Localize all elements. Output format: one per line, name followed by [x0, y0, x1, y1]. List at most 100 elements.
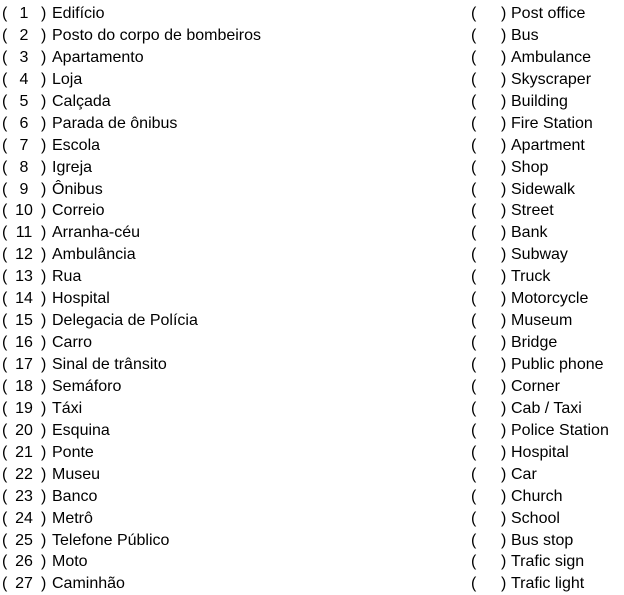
term-number: 12 [15, 246, 33, 264]
matching-term-row: () Post office [471, 3, 609, 25]
portuguese-term: Correio [52, 202, 105, 220]
matching-term-row: () Bridge [471, 332, 609, 354]
portuguese-term: Museu [52, 465, 101, 483]
numbered-term-row: (25) Telefone Público [2, 530, 261, 552]
english-term: Cab / Taxi [511, 399, 582, 417]
numbered-term-row: (27) Caminhão [2, 573, 261, 595]
english-term: Corner [511, 377, 560, 395]
portuguese-terms-column: (1) Edifício(2) Posto do corpo de bombeiro… [2, 3, 261, 595]
close-paren: ) [41, 290, 47, 308]
portuguese-term: Delegacia de Polícia [52, 312, 198, 330]
english-terms-column: () Post office() Bus() Ambulance() Skyscrape… [471, 3, 609, 595]
close-paren: ) [501, 377, 507, 395]
portuguese-term: Moto [52, 553, 88, 571]
open-paren: ( [471, 334, 477, 352]
matching-term-row: () Sidewalk [471, 179, 609, 201]
numbered-term-row: (23) Banco [2, 486, 261, 508]
portuguese-term: Igreja [52, 158, 93, 176]
open-paren: ( [471, 312, 477, 330]
term-number: 18 [15, 377, 33, 395]
numbered-term-row: (2) Posto do corpo de bombeiros [2, 25, 261, 47]
english-term: Hospital [511, 443, 569, 461]
matching-term-row: () Trafic sign [471, 551, 609, 573]
matching-term-row: () Hospital [471, 442, 609, 464]
numbered-term-row: (8) Igreja [2, 157, 261, 179]
close-paren: ) [41, 531, 47, 549]
open-paren: ( [471, 443, 477, 461]
open-paren: ( [471, 465, 477, 483]
matching-term-row: () Corner [471, 376, 609, 398]
numbered-term-row: (19) Táxi [2, 398, 261, 420]
matching-term-row: () School [471, 508, 609, 530]
term-number: 3 [19, 48, 29, 66]
term-number: 13 [15, 268, 33, 286]
open-paren: ( [471, 246, 477, 264]
english-term: Motorcycle [511, 290, 589, 308]
term-number: 4 [19, 70, 29, 88]
portuguese-term: Semáforo [52, 377, 122, 395]
matching-term-row: () Bank [471, 222, 609, 244]
matching-term-row: () Street [471, 200, 609, 222]
close-paren: ) [41, 268, 47, 286]
close-paren: ) [41, 70, 47, 88]
matching-term-row: () Bus stop [471, 530, 609, 552]
matching-term-row: () Truck [471, 266, 609, 288]
open-paren: ( [471, 158, 477, 176]
portuguese-term: Telefone Público [52, 531, 170, 549]
open-paren: ( [471, 487, 477, 505]
open-paren: ( [471, 268, 477, 286]
numbered-term-row: (26) Moto [2, 551, 261, 573]
portuguese-term: Arranha-céu [52, 224, 141, 242]
close-paren: ) [501, 114, 507, 132]
term-number: 24 [15, 509, 33, 527]
portuguese-term: Táxi [52, 399, 83, 417]
open-paren: ( [471, 202, 477, 220]
portuguese-term: Caminhão [52, 575, 125, 593]
matching-term-row: () Ambulance [471, 47, 609, 69]
portuguese-term: Calçada [52, 92, 111, 110]
matching-term-row: () Church [471, 486, 609, 508]
numbered-term-row: (24) Metrô [2, 508, 261, 530]
close-paren: ) [41, 553, 47, 571]
portuguese-term: Posto do corpo de bombeiros [52, 26, 262, 44]
matching-term-row: () Fire Station [471, 113, 609, 135]
open-paren: ( [471, 26, 477, 44]
close-paren: ) [41, 443, 47, 461]
numbered-term-row: (14) Hospital [2, 288, 261, 310]
term-number: 1 [19, 5, 29, 22]
close-paren: ) [501, 553, 507, 571]
matching-term-row: () Museum [471, 310, 609, 332]
term-number: 5 [19, 92, 29, 110]
close-paren: ) [41, 158, 47, 176]
close-paren: ) [501, 224, 507, 242]
english-term: Bus stop [511, 531, 574, 549]
close-paren: ) [41, 180, 47, 198]
close-paren: ) [41, 202, 47, 220]
english-term: School [511, 509, 560, 527]
close-paren: ) [41, 356, 47, 373]
matching-term-row: () Motorcycle [471, 288, 609, 310]
portuguese-term: Hospital [52, 290, 110, 308]
english-term: Shop [511, 158, 549, 176]
close-paren: ) [501, 465, 507, 483]
portuguese-term: Esquina [52, 421, 110, 439]
english-term: Street [511, 202, 554, 220]
close-paren: ) [501, 421, 507, 439]
term-number: 19 [15, 399, 33, 417]
numbered-term-row: (5) Calçada [2, 91, 261, 113]
portuguese-term: Rua [52, 268, 82, 286]
close-paren: ) [501, 509, 507, 527]
portuguese-term: Metrô [52, 509, 93, 527]
close-paren: ) [41, 421, 47, 439]
numbered-term-row: (13) Rua [2, 266, 261, 288]
close-paren: ) [501, 92, 507, 110]
portuguese-term: Escola [52, 136, 101, 154]
english-term: Trafic light [511, 575, 585, 593]
numbered-term-row: (4) Loja [2, 69, 261, 91]
open-paren: ( [471, 5, 477, 22]
english-term: Church [511, 487, 563, 505]
matching-term-row: () Shop [471, 157, 609, 179]
english-term: Sidewalk [511, 180, 576, 198]
close-paren: ) [501, 158, 507, 176]
close-paren: ) [501, 246, 507, 264]
